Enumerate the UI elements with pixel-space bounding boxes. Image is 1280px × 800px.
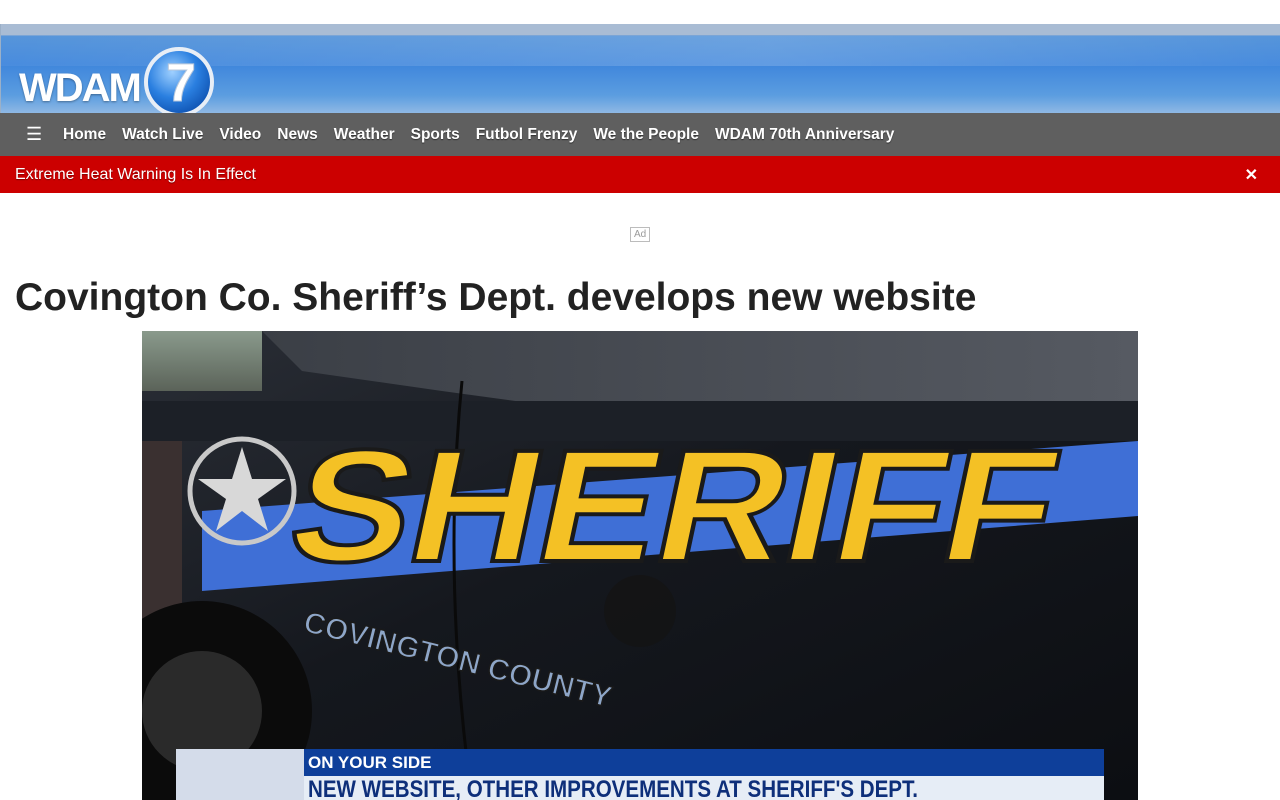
alert-link[interactable]: Extreme Heat Warning Is In Effect: [15, 166, 256, 184]
nav-item-news[interactable]: News: [277, 126, 318, 144]
logo-number: 7: [166, 53, 196, 113]
vehicle-sheriff-text: SHERIFF: [276, 418, 1074, 596]
weather-alert-banner: Extreme Heat Warning Is In Effect ✕: [0, 156, 1280, 193]
nav-item-we-the-people[interactable]: We the People: [593, 126, 699, 144]
nav-item-home[interactable]: Home: [63, 126, 106, 144]
lower-third-headline: NEW WEBSITE, OTHER IMPROVEMENTS AT SHERI…: [308, 776, 918, 800]
nav-item-futbol-frenzy[interactable]: Futbol Frenzy: [476, 126, 578, 144]
top-spacer: [0, 0, 1280, 24]
nav-item-watch-live[interactable]: Watch Live: [122, 126, 203, 144]
nav-item-video[interactable]: Video: [219, 126, 261, 144]
lower-third-tag: ON YOUR SIDE: [308, 753, 431, 772]
nav-item-sports[interactable]: Sports: [411, 126, 460, 144]
close-icon[interactable]: ✕: [1245, 165, 1258, 185]
channel-7-badge-icon: 7: [144, 47, 214, 113]
logo-wordmark: WDAM: [19, 66, 142, 110]
article-headline: Covington Co. Sheriff’s Dept. develops n…: [15, 276, 977, 319]
hamburger-icon[interactable]: ☰: [26, 124, 63, 145]
ad-slot: Ad: [0, 193, 1280, 273]
nav-item-weather[interactable]: Weather: [334, 126, 395, 144]
main-nav: ☰ Home Watch Live Video News Weather Spo…: [0, 113, 1280, 156]
brand-header: WDAM 7: [0, 24, 1280, 113]
ad-label: Ad: [630, 227, 651, 242]
play-icon[interactable]: [604, 575, 676, 647]
nav-item-70th-anniversary[interactable]: WDAM 70th Anniversary: [715, 126, 894, 144]
video-player[interactable]: SHERIFF COVINGTON COUNTY ON YOUR SIDE NE…: [142, 331, 1138, 800]
station-logo[interactable]: WDAM 7: [19, 46, 219, 113]
video-thumbnail: SHERIFF COVINGTON COUNTY ON YOUR SIDE NE…: [142, 331, 1138, 800]
